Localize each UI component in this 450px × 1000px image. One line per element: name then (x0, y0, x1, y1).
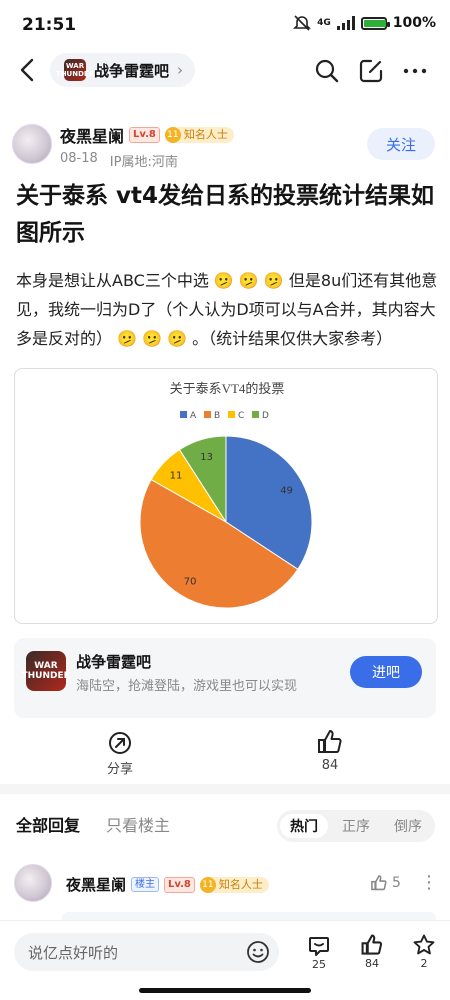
legend-label-b: B (214, 411, 220, 421)
sort-hot[interactable]: 热门 (280, 814, 328, 838)
home-indicator (139, 988, 311, 993)
legend-swatch-d (252, 411, 259, 418)
comments-button[interactable]: 25 (299, 934, 339, 971)
forum-card-logo: WAR THUNDER (21, 651, 71, 691)
legend-swatch-c (228, 411, 235, 418)
thumbs-up-icon (318, 730, 342, 753)
famous-badge: 11 知名人士 (164, 127, 234, 143)
mute-icon (293, 15, 312, 31)
chart-slices (139, 435, 313, 609)
legend-swatch-a (180, 411, 187, 418)
reply-author-info: 夜黑星阑 楼主 Lv.8 11 知名人士 (66, 874, 269, 895)
battery-icon (360, 16, 390, 30)
status-time: 21:51 (22, 15, 77, 35)
like-count: 84 (321, 758, 339, 773)
reply-badge-coin-icon: 11 (199, 876, 216, 893)
forum-card-name: 战争雷霆吧 (76, 653, 152, 671)
host-tag: 楼主 (131, 877, 160, 892)
chevron-right-icon: › (177, 61, 184, 79)
forum-card-desc: 海陆空，抢滩登陆，游戏里也可以实现 (76, 679, 298, 694)
bottom-thumbs-up-icon (361, 934, 383, 955)
famous-badge-label: 知名人士 (183, 128, 228, 141)
author-name[interactable]: 夜黑星阑 (60, 123, 124, 147)
chart-image[interactable]: 关于泰系VT4的投票 A B C D 49 70 11 13 (14, 368, 438, 624)
author-avatar[interactable] (12, 124, 52, 164)
reply-famous-badge: 11 知名人士 (199, 876, 269, 893)
edit-icon[interactable] (358, 58, 384, 84)
search-icon[interactable] (314, 58, 340, 84)
network-label: 4G (317, 18, 331, 28)
status-indicators: 4G 100% (293, 14, 436, 32)
level-badge: Lv.8 (129, 127, 160, 143)
post-ip: IP属地:河南 (109, 155, 178, 170)
battery-fill (363, 19, 386, 27)
section-divider (0, 784, 450, 794)
star-icon (413, 934, 435, 955)
author-info: 夜黑星阑 Lv.8 11 知名人士 (60, 123, 234, 147)
reply-thumbs-up-icon (371, 875, 387, 891)
reply-famous-badge-label: 知名人士 (218, 877, 263, 891)
reply-avatar[interactable] (14, 864, 52, 902)
comments-count: 25 (312, 958, 326, 971)
chart-legend: A B C D (180, 411, 269, 421)
tab-op-only[interactable]: 只看楼主 (106, 812, 170, 836)
share-icon (109, 732, 131, 754)
enter-forum-button[interactable]: 进吧 (350, 656, 422, 688)
back-icon[interactable] (16, 56, 40, 84)
emoji-icon[interactable] (246, 940, 270, 968)
sort-asc[interactable]: 正序 (332, 814, 380, 838)
forum-chip-name: 战争雷霆吧 (94, 61, 170, 80)
reply-input[interactable]: 说亿点好听的 (14, 933, 279, 971)
reply-author-name[interactable]: 夜黑星阑 (66, 874, 126, 895)
favorite-button[interactable]: 2 (404, 933, 444, 970)
battery-percent: 100% (392, 15, 436, 31)
share-button[interactable]: 分享 (100, 730, 140, 777)
forum-logo: WAR THUNDER (56, 59, 94, 81)
share-label: 分享 (106, 762, 133, 777)
badge-coin-icon: 11 (164, 127, 181, 143)
sort-desc[interactable]: 倒序 (384, 814, 432, 838)
comment-icon (309, 937, 329, 956)
more-icon[interactable] (402, 58, 428, 84)
sort-group: 热门 正序 倒序 (277, 810, 435, 842)
reply-more-icon[interactable]: ⋮ (420, 872, 438, 893)
reply-level-badge: Lv.8 (164, 876, 195, 893)
legend-swatch-b (204, 411, 211, 418)
data-label-a: 49 (280, 485, 293, 496)
tab-all-replies[interactable]: 全部回复 (16, 812, 80, 836)
bottom-like-button[interactable]: 84 (352, 933, 392, 970)
signal-icon (336, 16, 355, 30)
data-label-c: 11 (170, 471, 183, 482)
legend-label-d: D (262, 411, 269, 421)
chart-title: 关于泰系VT4的投票 (170, 381, 285, 396)
legend-label-c: C (238, 411, 244, 421)
pie-chart: 关于泰系VT4的投票 A B C D 49 70 11 13 (139, 381, 313, 609)
favorites-count: 2 (420, 957, 428, 970)
post-body: 本身是想让从ABC三个中选 🫤 🫤 🫤 但是8u们还有其他意见，我统一归为D了（… (16, 271, 438, 348)
data-label-d: 13 (200, 452, 213, 463)
reply-like-button[interactable]: 5 (370, 874, 401, 892)
post-title: 关于泰系 vt4发给日系的投票统计结果如图所示 (16, 183, 434, 246)
legend-label-a: A (190, 411, 197, 421)
follow-button[interactable]: 关注 (367, 128, 435, 160)
post-meta: 08-18 IP属地:河南 (60, 151, 178, 170)
forum-chip[interactable]: WAR THUNDER 战争雷霆吧 › (50, 53, 195, 87)
reply-like-count: 5 (392, 875, 401, 891)
data-label-b: 70 (184, 577, 197, 588)
reply-input-placeholder: 说亿点好听的 (28, 943, 119, 962)
bottom-like-count: 84 (365, 957, 379, 970)
like-button[interactable]: 84 (310, 728, 350, 773)
post-date: 08-18 (60, 151, 98, 166)
